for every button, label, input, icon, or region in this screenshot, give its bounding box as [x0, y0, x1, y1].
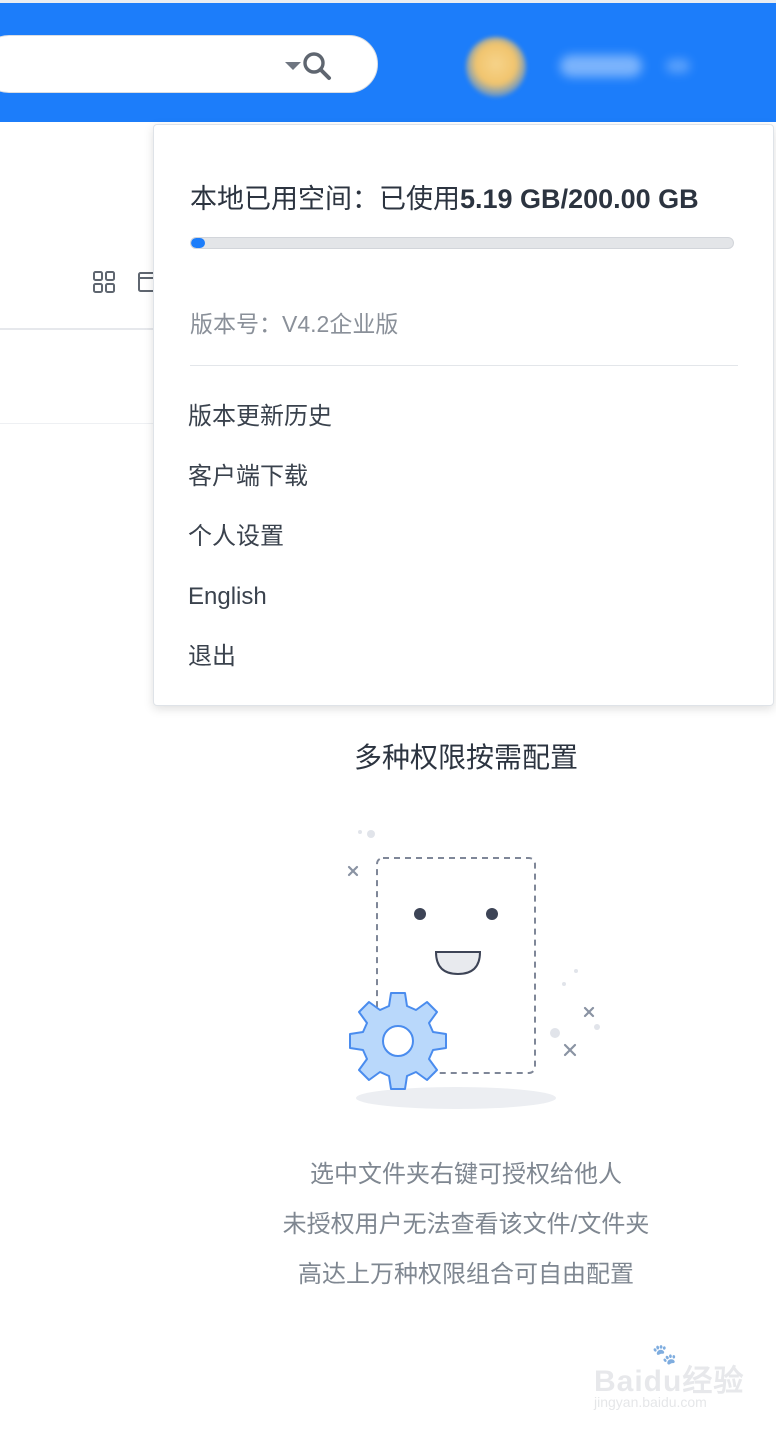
- version-text: 版本号：V4.2企业版: [190, 311, 399, 337]
- storage-used: 5.19 GB: [460, 184, 561, 214]
- dropdown-menu-list: 版本更新历史 客户端下载 个人设置 English 退出: [188, 397, 332, 697]
- search-icon[interactable]: [301, 50, 333, 82]
- menu-item-logout[interactable]: 退出: [188, 637, 332, 697]
- storage-progress-fill: [191, 238, 206, 248]
- storage-label: 本地已用空间：已使用: [190, 184, 460, 214]
- empty-state-line-2: 未授权用户无法查看该文件/文件夹: [282, 1211, 650, 1238]
- user-dropdown-menu: 本地已用空间：已使用5.19 GB/200.00 GB 版本号：V4.2企业版 …: [153, 124, 774, 706]
- grid-view-icon[interactable]: [92, 270, 116, 294]
- watermark-url: jingyan.baidu.com: [594, 1394, 707, 1410]
- search-box[interactable]: [0, 35, 378, 93]
- baidu-jingyan-watermark: 🐾 Baidu经验 jingyan.baidu.com: [594, 1342, 744, 1412]
- dropdown-divider: [190, 365, 738, 366]
- empty-state-line-3: 高达上万种权限组合可自由配置: [298, 1261, 634, 1288]
- search-dropdown-caret-icon[interactable]: [285, 62, 301, 70]
- gear-icon: [349, 992, 447, 1090]
- empty-state-line-1: 选中文件夹右键可授权给他人: [310, 1161, 622, 1188]
- storage-usage-text: 本地已用空间：已使用5.19 GB/200.00 GB: [190, 177, 750, 216]
- empty-state-title: 多种权限按需配置: [353, 742, 578, 773]
- menu-item-personal-settings[interactable]: 个人设置: [188, 517, 332, 577]
- toolbar-divider: [0, 328, 160, 330]
- top-bar: [0, 0, 776, 122]
- menu-item-language-english[interactable]: English: [188, 577, 332, 637]
- storage-progress-bar: [190, 237, 734, 249]
- list-header-divider: [0, 423, 160, 424]
- permission-illustration: [347, 830, 600, 1109]
- user-menu-chevron-icon[interactable]: [666, 59, 690, 73]
- search-input[interactable]: [17, 48, 261, 82]
- user-avatar[interactable]: [466, 37, 526, 97]
- user-name[interactable]: [560, 55, 642, 77]
- storage-total: /200.00 GB: [560, 184, 699, 214]
- menu-item-update-history[interactable]: 版本更新历史: [188, 397, 332, 457]
- menu-item-client-download[interactable]: 客户端下载: [188, 457, 332, 517]
